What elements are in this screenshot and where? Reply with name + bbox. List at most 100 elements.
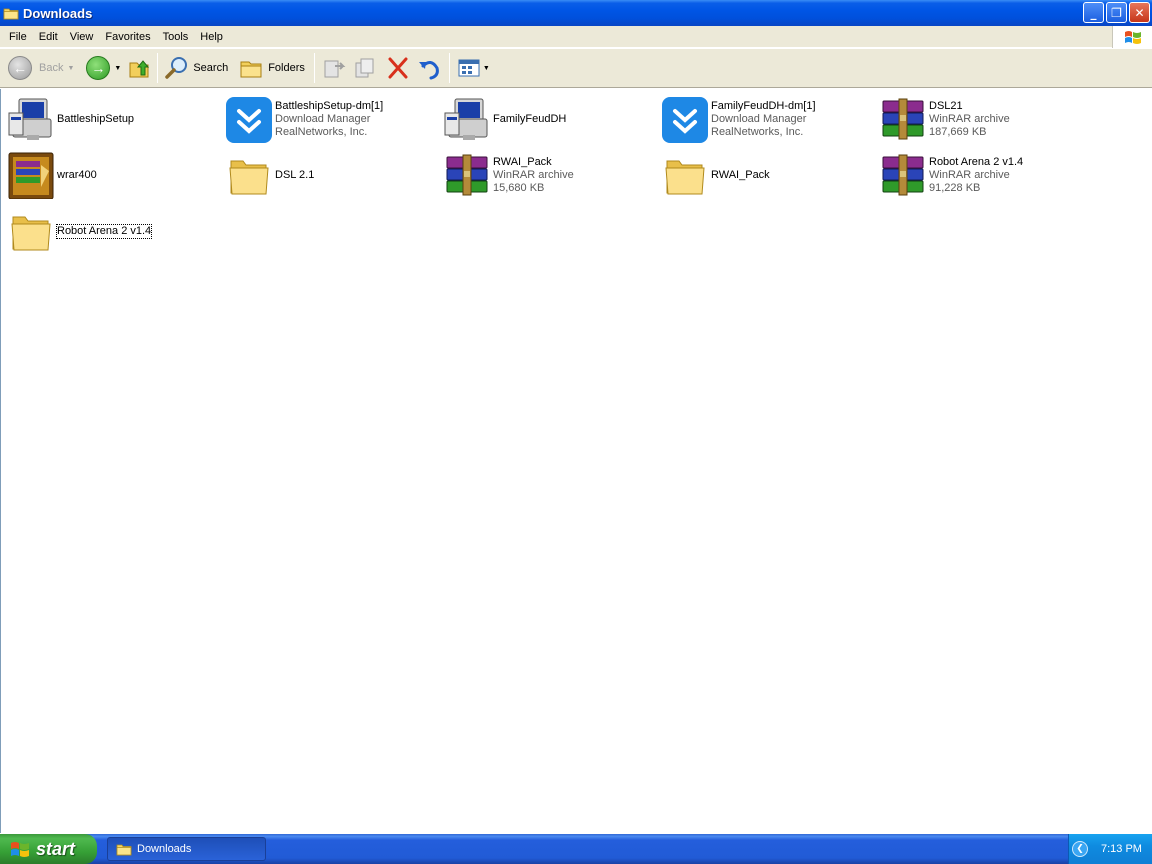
file-item[interactable]: FamilyFeudDH-dm[1] Download Manager Real… (661, 93, 877, 145)
file-name: wrar400 (57, 168, 97, 181)
taskbar-button-label: Downloads (137, 843, 192, 855)
maximize-icon: ❐ (1111, 5, 1122, 20)
file-text: BattleshipSetup-dm[1] Download Manager R… (275, 100, 383, 139)
windows-logo-icon (11, 842, 29, 857)
file-name: RWAI_Pack (493, 155, 552, 168)
chevron-left-icon[interactable]: ❮ (1072, 841, 1088, 857)
file-item[interactable]: RWAI_Pack WinRAR archive 15,680 KB (443, 149, 659, 201)
search-icon (165, 57, 188, 79)
winrar-archive-icon (443, 151, 491, 199)
folders-icon (240, 61, 262, 78)
menu-favorites[interactable]: Favorites (99, 26, 156, 48)
taskbar-button-downloads[interactable]: Downloads (107, 837, 266, 861)
start-button[interactable]: start (0, 834, 97, 864)
forward-dropdown-icon[interactable]: ▼ (114, 65, 121, 72)
installer-icon (443, 95, 491, 143)
start-label: start (36, 838, 76, 859)
file-name: BattleshipSetup (57, 112, 135, 125)
file-type: WinRAR archive (493, 168, 574, 181)
file-company: RealNetworks, Inc. (711, 125, 804, 138)
minimize-icon: _ (1090, 5, 1097, 20)
file-view[interactable]: BattleshipSetup BattleshipSetup-dm[1] Do… (0, 89, 1152, 833)
file-text: Robot Arena 2 v1.4 WinRAR archive 91,228… (929, 156, 1023, 195)
menu-view[interactable]: View (64, 26, 100, 48)
back-button[interactable]: ← Back ▼ (5, 51, 77, 85)
folder-icon (3, 6, 19, 20)
taskbar: start Downloads ❮ 7:13 PM (0, 834, 1152, 864)
copy-to-button[interactable] (350, 51, 382, 85)
clock[interactable]: 7:13 PM (1101, 843, 1142, 855)
file-text: RWAI_Pack (711, 169, 770, 182)
file-name: FamilyFeudDH-dm[1] (711, 99, 816, 112)
file-name: Robot Arena 2 v1.4 (929, 155, 1024, 168)
delete-button[interactable] (382, 51, 414, 85)
folders-label: Folders (268, 62, 305, 74)
delete-icon (388, 57, 408, 79)
file-name: DSL21 (929, 99, 963, 112)
file-item[interactable]: RWAI_Pack (661, 149, 877, 201)
toolbar-separator (448, 53, 450, 83)
title-bar[interactable]: Downloads _ ❐ ✕ (0, 0, 1152, 26)
menu-tools[interactable]: Tools (157, 26, 195, 48)
views-dropdown-icon[interactable]: ▼ (483, 65, 490, 72)
menu-bar: File Edit View Favorites Tools Help (0, 26, 1152, 48)
file-item[interactable]: BattleshipSetup (7, 93, 223, 145)
file-type: WinRAR archive (929, 112, 1010, 125)
menu-help[interactable]: Help (194, 26, 229, 48)
file-type: Download Manager (711, 112, 807, 125)
file-item[interactable]: DSL 2.1 (225, 149, 441, 201)
windows-logo-icon (1112, 26, 1152, 48)
up-folder-button[interactable] (124, 51, 154, 85)
file-item[interactable]: Robot Arena 2 v1.4 (7, 205, 223, 257)
folder-icon (661, 151, 709, 199)
close-icon: ✕ (1134, 5, 1145, 20)
search-label: Search (193, 62, 229, 74)
move-to-button[interactable] (318, 51, 350, 85)
file-item[interactable]: wrar400 (7, 149, 223, 201)
folder-icon (225, 151, 273, 199)
folders-button[interactable]: Folders (235, 51, 308, 85)
winrar-archive-icon (879, 151, 927, 199)
file-type: WinRAR archive (929, 168, 1010, 181)
toolbar-separator (313, 53, 315, 83)
file-text: RWAI_Pack WinRAR archive 15,680 KB (493, 156, 574, 195)
search-button[interactable]: Search (161, 51, 231, 85)
views-button[interactable]: ▼ (453, 51, 493, 85)
file-text: Robot Arena 2 v1.4 (55, 223, 153, 239)
up-folder-icon (129, 60, 150, 78)
file-type: Download Manager (275, 112, 371, 125)
file-item[interactable]: DSL21 WinRAR archive 187,669 KB (879, 93, 1095, 145)
file-item[interactable]: Robot Arena 2 v1.4 WinRAR archive 91,228… (879, 149, 1095, 201)
copy-to-icon (355, 58, 374, 78)
window-title: Downloads (23, 5, 93, 21)
toolbar: ← Back ▼ → ▼ Search Folders ▼ (0, 49, 1152, 88)
undo-icon (418, 61, 439, 80)
close-button[interactable]: ✕ (1129, 2, 1150, 23)
forward-arrow-icon: → (86, 56, 111, 80)
file-size: 15,680 KB (493, 181, 545, 194)
minimize-button[interactable]: _ (1083, 2, 1104, 23)
installer-icon (7, 95, 55, 143)
file-item[interactable]: BattleshipSetup-dm[1] Download Manager R… (225, 93, 441, 145)
undo-button[interactable] (414, 51, 446, 85)
back-label: Back (39, 62, 64, 74)
file-text: DSL 2.1 (275, 169, 314, 182)
back-dropdown-icon[interactable]: ▼ (67, 65, 74, 72)
file-text: FamilyFeudDH (493, 113, 566, 126)
menu-file[interactable]: File (3, 26, 33, 48)
system-tray: ❮ 7:13 PM (1068, 834, 1152, 864)
file-text: BattleshipSetup (57, 113, 134, 126)
file-name: DSL 2.1 (275, 168, 315, 181)
toolbar-separator (157, 53, 159, 83)
file-text: DSL21 WinRAR archive 187,669 KB (929, 100, 1010, 139)
download-manager-icon (661, 95, 709, 143)
folder-icon (7, 207, 55, 255)
menu-edit[interactable]: Edit (33, 26, 64, 48)
file-name: RWAI_Pack (711, 168, 770, 181)
forward-button[interactable]: → ▼ (83, 51, 124, 85)
file-item[interactable]: FamilyFeudDH (443, 93, 659, 145)
folder-icon (116, 844, 132, 856)
views-icon (458, 59, 480, 77)
file-text: wrar400 (57, 169, 97, 182)
maximize-button[interactable]: ❐ (1106, 2, 1127, 23)
